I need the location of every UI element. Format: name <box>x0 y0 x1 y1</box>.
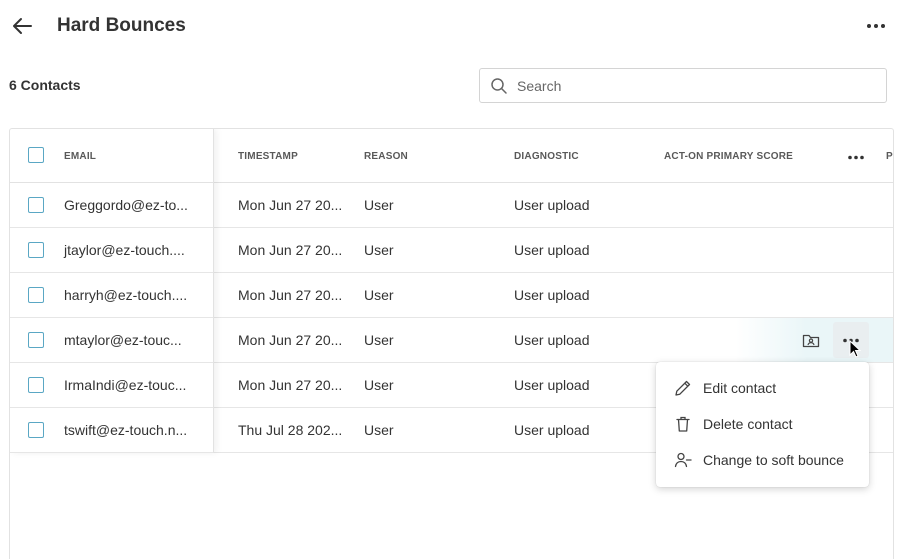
table-row[interactable]: jtaylor@ez-touch.... Mon Jun 27 20... Us… <box>10 228 893 273</box>
timestamp-cell: Mon Jun 27 20... <box>238 197 343 213</box>
page-header: Hard Bounces <box>0 0 907 54</box>
column-options-icon[interactable] <box>844 145 868 169</box>
timestamp-cell: Mon Jun 27 20... <box>238 377 343 393</box>
email-cell[interactable]: tswift@ez-touch.n... <box>64 422 187 438</box>
reason-cell: User <box>364 377 394 393</box>
reason-cell: User <box>364 197 394 213</box>
row-checkbox[interactable] <box>28 332 44 348</box>
column-header-act-on-primary-score[interactable]: ACT-ON PRIMARY SCORE <box>664 151 793 162</box>
menu-item-change-to-soft-bounce[interactable]: Change to soft bounce <box>656 442 869 478</box>
timestamp-cell: Mon Jun 27 20... <box>238 242 343 258</box>
more-options-icon[interactable] <box>862 12 890 40</box>
diagnostic-cell: User upload <box>514 287 590 303</box>
diagnostic-cell: User upload <box>514 422 590 438</box>
column-header-partial[interactable]: P <box>886 151 893 162</box>
search-box[interactable] <box>479 68 887 103</box>
reason-cell: User <box>364 422 394 438</box>
email-cell[interactable]: IrmaIndi@ez-touc... <box>64 377 186 393</box>
timestamp-cell: Mon Jun 27 20... <box>238 287 343 303</box>
email-cell[interactable]: harryh@ez-touch.... <box>64 287 187 303</box>
trash-icon <box>676 416 690 432</box>
column-header-timestamp[interactable]: TIMESTAMP <box>238 151 298 162</box>
search-input[interactable] <box>517 70 877 101</box>
menu-item-label: Delete contact <box>703 416 793 432</box>
reason-cell: User <box>364 287 394 303</box>
row-checkbox[interactable] <box>28 377 44 393</box>
menu-item-label: Edit contact <box>703 380 777 396</box>
email-cell[interactable]: Greggordo@ez-to... <box>64 197 188 213</box>
diagnostic-cell: User upload <box>514 377 590 393</box>
diagnostic-cell: User upload <box>514 197 590 213</box>
table-row[interactable]: harryh@ez-touch.... Mon Jun 27 20... Use… <box>10 273 893 318</box>
contacts-table: EMAIL TIMESTAMP REASON DIAGNOSTIC ACT-ON… <box>9 128 894 559</box>
diagnostic-cell: User upload <box>514 332 590 348</box>
menu-item-label: Change to soft bounce <box>703 452 844 468</box>
folder-user-icon[interactable] <box>801 331 821 351</box>
table-row[interactable]: Greggordo@ez-to... Mon Jun 27 20... User… <box>10 183 893 228</box>
back-arrow-icon[interactable] <box>8 12 36 40</box>
timestamp-cell: Thu Jul 28 202... <box>238 422 343 438</box>
row-checkbox[interactable] <box>28 242 44 258</box>
email-cell[interactable]: jtaylor@ez-touch.... <box>64 242 185 258</box>
user-minus-icon <box>674 452 692 468</box>
email-cell[interactable]: mtaylor@ez-touc... <box>64 332 182 348</box>
menu-item-delete-contact[interactable]: Delete contact <box>656 406 869 442</box>
pencil-icon <box>675 380 691 396</box>
mouse-cursor-icon <box>849 340 862 358</box>
page-title: Hard Bounces <box>57 15 186 36</box>
contact-count: 6 Contacts <box>9 77 81 93</box>
table-header-row: EMAIL TIMESTAMP REASON DIAGNOSTIC ACT-ON… <box>10 129 893 183</box>
column-header-reason[interactable]: REASON <box>364 151 408 162</box>
column-header-diagnostic[interactable]: DIAGNOSTIC <box>514 151 579 162</box>
row-checkbox[interactable] <box>28 422 44 438</box>
menu-item-edit-contact[interactable]: Edit contact <box>656 370 869 406</box>
row-checkbox[interactable] <box>28 287 44 303</box>
reason-cell: User <box>364 242 394 258</box>
diagnostic-cell: User upload <box>514 242 590 258</box>
reason-cell: User <box>364 332 394 348</box>
table-row[interactable]: mtaylor@ez-touc... Mon Jun 27 20... User… <box>10 318 893 363</box>
search-icon <box>491 78 507 94</box>
column-header-email[interactable]: EMAIL <box>64 151 96 162</box>
row-actions-menu: Edit contact Delete contact Change to so… <box>656 362 869 487</box>
select-all-checkbox[interactable] <box>28 147 44 163</box>
timestamp-cell: Mon Jun 27 20... <box>238 332 343 348</box>
row-checkbox[interactable] <box>28 197 44 213</box>
